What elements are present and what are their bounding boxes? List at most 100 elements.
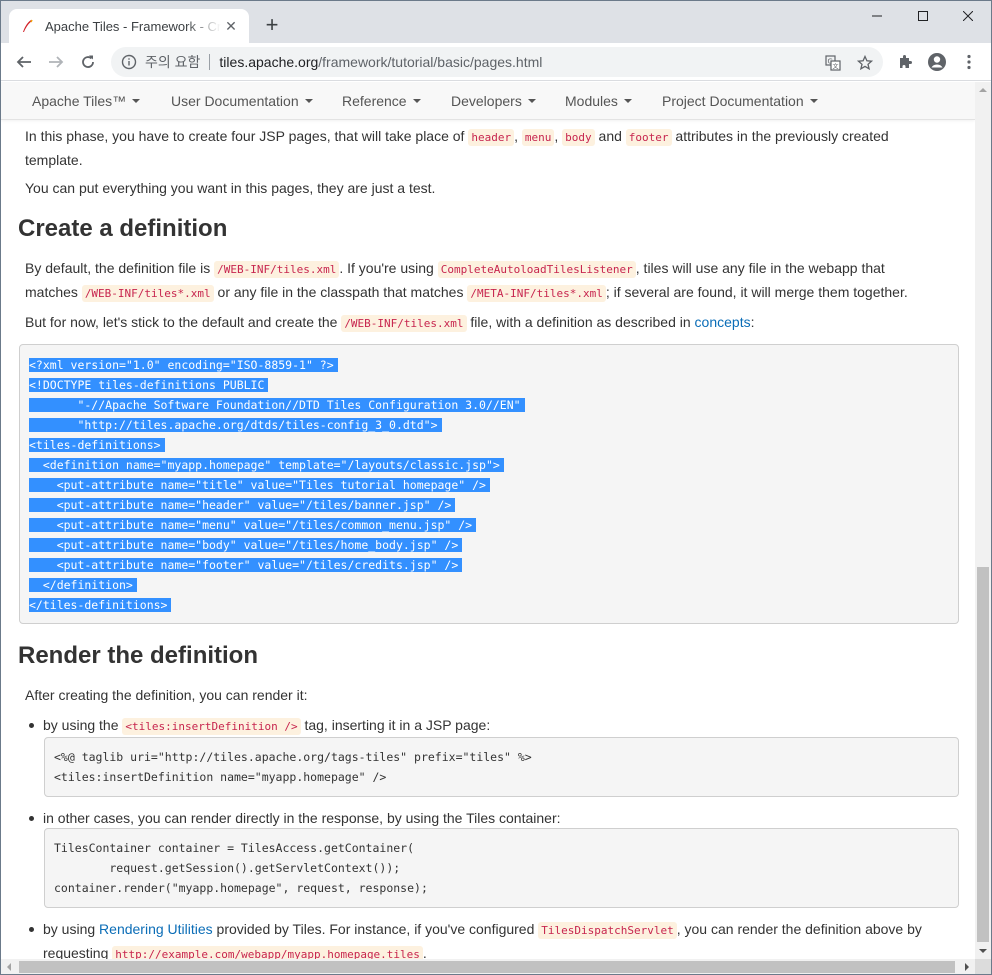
text: attributes in the previously created (671, 128, 889, 144)
heading-create-definition: Create a definition (18, 215, 228, 242)
code-line: request.getSession().getServletContext()… (54, 861, 401, 875)
code-line: <?xml version="1.0" encoding="ISO-8859-1… (29, 355, 338, 375)
horizontal-scroll-thumb[interactable] (19, 961, 955, 973)
concepts-link[interactable]: concepts (695, 314, 751, 330)
code-line: <put-attribute name="body" value="/tiles… (29, 535, 463, 555)
vertical-scrollbar[interactable] (975, 82, 991, 959)
inline-code: /WEB-INF/tiles.xml (214, 261, 340, 278)
code-line: <put-attribute name="footer" value="/til… (29, 555, 463, 575)
browser-window: Apache Tiles - Framework - Creating a de… (0, 0, 992, 975)
inline-code: menu (521, 129, 555, 146)
text: and (594, 128, 626, 144)
heading-render-definition: Render the definition (18, 642, 258, 669)
caret-down-icon (809, 99, 818, 104)
bullet-rendering-utilities: by using Rendering Utilities provided by… (43, 918, 953, 959)
caret-down-icon (527, 99, 536, 104)
close-tab-icon[interactable]: ✕ (223, 18, 239, 34)
nav-label: Project Documentation (662, 93, 804, 109)
text: , you can render the definition above by (676, 921, 922, 937)
nav-apache-tiles[interactable]: Apache Tiles™ (32, 93, 141, 109)
url-host: tiles.apache.org (219, 54, 319, 70)
xml-code-block[interactable]: <?xml version="1.0" encoding="ISO-8859-1… (19, 344, 959, 624)
inline-code: footer (625, 129, 672, 146)
nav-user-documentation[interactable]: User Documentation (171, 93, 313, 109)
text: , (514, 128, 522, 144)
bullet-dot (29, 816, 34, 821)
bookmark-star-icon[interactable] (855, 53, 875, 73)
site-navbar: Apache Tiles™ User Documentation Referen… (1, 82, 975, 120)
text: In this phase, you have to create four J… (25, 128, 469, 144)
bullet-tiles-container: in other cases, you can render directly … (43, 810, 561, 826)
jsp-code-block[interactable]: <%@ taglib uri="http://tiles.apache.org/… (44, 737, 959, 797)
profile-avatar-icon[interactable] (927, 52, 947, 72)
translate-icon[interactable]: G文 (823, 53, 843, 73)
text: . (422, 945, 427, 959)
java-code-block[interactable]: TilesContainer container = TilesAccess.g… (44, 828, 959, 908)
nav-project-documentation[interactable]: Project Documentation (662, 93, 818, 109)
render-intro: After creating the definition, you can r… (25, 687, 308, 703)
intro-paragraph-2: You can put everything you want in this … (25, 180, 436, 196)
inline-code: TilesDispatchServlet (538, 922, 677, 939)
scroll-right-arrow-icon[interactable] (959, 959, 975, 974)
url-text[interactable]: tiles.apache.org/framework/tutorial/basi… (219, 54, 542, 70)
nav-label: Reference (342, 93, 407, 109)
inline-code: http://example.com/webapp/myapp.homepage… (112, 946, 423, 959)
nav-label: Apache Tiles™ (32, 93, 127, 109)
scroll-down-arrow-icon[interactable] (975, 943, 991, 959)
reload-icon[interactable] (74, 48, 102, 76)
close-window-icon[interactable] (945, 1, 991, 31)
caret-down-icon (304, 99, 313, 104)
extensions-puzzle-icon[interactable] (895, 52, 915, 72)
address-separator (209, 54, 211, 70)
rendering-utilities-link[interactable]: Rendering Utilities (99, 921, 213, 937)
text: by using the (43, 717, 123, 733)
caret-down-icon (623, 99, 632, 104)
text: By default, the definition file is (25, 260, 215, 276)
text: tag, inserting it in a JSP page: (300, 717, 491, 733)
svg-text:文: 文 (833, 63, 839, 71)
maximize-icon[interactable] (900, 1, 946, 31)
new-tab-button[interactable]: + (261, 14, 283, 37)
intro-paragraph: In this phase, you have to create four J… (25, 125, 945, 171)
code-line: <!DOCTYPE tiles-definitions PUBLIC (29, 375, 269, 395)
browser-toolbar: 주의 요함 tiles.apache.org/framework/tutoria… (1, 43, 991, 81)
code-line: TilesContainer container = TilesAccess.g… (54, 841, 415, 855)
code-line: <tiles:insertDefinition name="myapp.home… (54, 770, 387, 784)
forward-arrow-icon[interactable] (42, 48, 70, 76)
code-line: <put-attribute name="title" value="Tiles… (29, 475, 490, 495)
nav-label: User Documentation (171, 93, 299, 109)
text: requesting (43, 945, 113, 959)
inline-code: /WEB-INF/tiles*.xml (81, 285, 214, 302)
bullet-dot (29, 723, 34, 728)
menu-kebab-icon[interactable] (959, 52, 979, 72)
scroll-up-arrow-icon[interactable] (975, 82, 991, 98)
nav-label: Modules (565, 93, 618, 109)
code-line: <put-attribute name="menu" value="/tiles… (29, 515, 477, 535)
code-line: container.render("myapp.homepage", reque… (54, 881, 428, 895)
nav-modules[interactable]: Modules (565, 93, 632, 109)
text: . If you're using (339, 260, 438, 276)
caret-down-icon (132, 99, 141, 104)
horizontal-scrollbar[interactable] (1, 959, 975, 974)
page-viewport: Apache Tiles™ User Documentation Referen… (1, 82, 975, 959)
browser-tab[interactable]: Apache Tiles - Framework - Creating a de… (9, 9, 249, 43)
bullet-dot (29, 927, 34, 932)
nav-developers[interactable]: Developers (451, 93, 536, 109)
security-label[interactable]: 주의 요함 (145, 52, 200, 72)
caret-down-icon (412, 99, 421, 104)
text: : (750, 314, 755, 330)
info-icon[interactable] (121, 54, 137, 70)
nav-label: Developers (451, 93, 522, 109)
definition-paragraph-2: But for now, let's stick to the default … (25, 311, 945, 335)
back-arrow-icon[interactable] (10, 48, 38, 76)
nav-reference[interactable]: Reference (342, 93, 421, 109)
inline-code: /META-INF/tiles*.xml (467, 285, 606, 302)
url-path: /framework/tutorial/basic/pages.html (318, 54, 543, 70)
minimize-icon[interactable] (854, 1, 900, 31)
tab-strip: Apache Tiles - Framework - Creating a de… (1, 1, 991, 43)
vertical-scroll-thumb[interactable] (977, 567, 989, 942)
inline-code: CompleteAutoloadTilesListener (437, 261, 636, 278)
text: , (554, 128, 563, 144)
scroll-left-arrow-icon[interactable] (1, 959, 17, 974)
address-bar[interactable]: 주의 요함 tiles.apache.org/framework/tutoria… (111, 47, 883, 77)
